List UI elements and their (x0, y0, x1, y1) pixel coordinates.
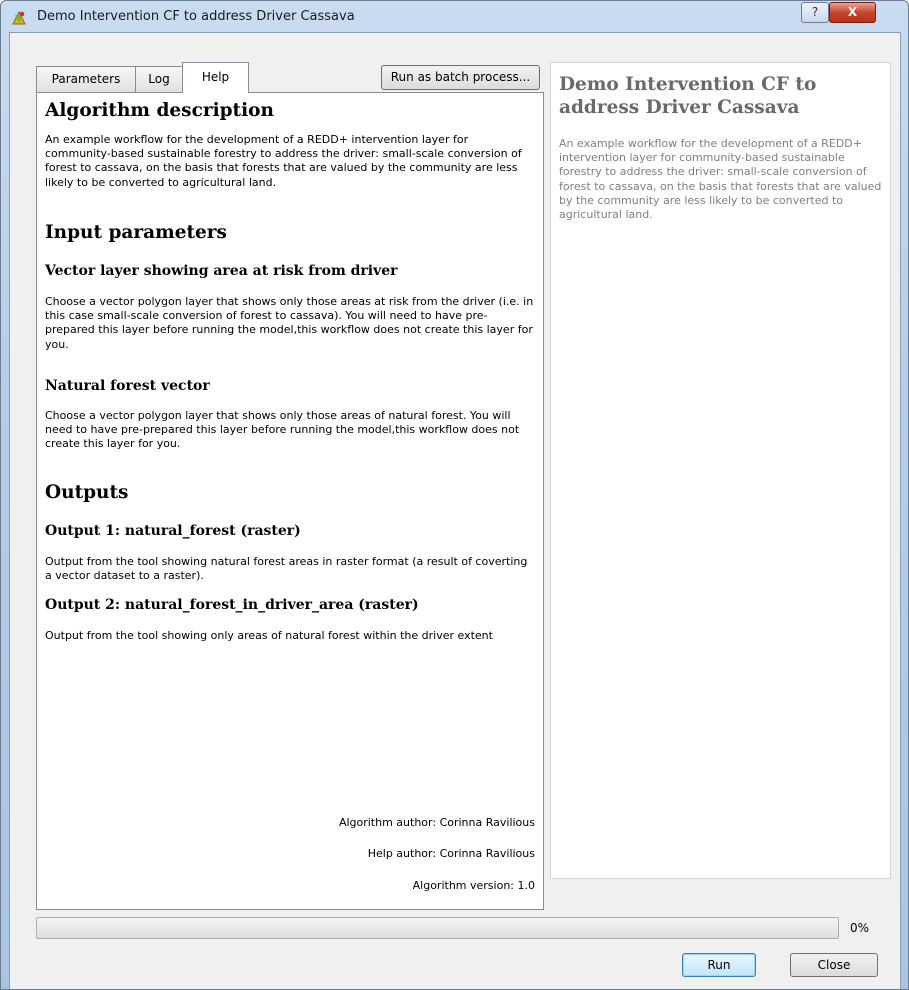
algorithm-version: Algorithm version: 1.0 (412, 879, 535, 892)
summary-panel: Demo Intervention CF to address Driver C… (550, 62, 891, 879)
help-author: Help author: Corinna Ravilious (367, 847, 535, 860)
output-2-name: Output 2: natural_forest_in_driver_area … (45, 597, 419, 613)
run-as-batch-button[interactable]: Run as batch process... (381, 65, 540, 90)
tab-help[interactable]: Help (182, 62, 249, 93)
tab-log[interactable]: Log (135, 66, 183, 92)
tab-parameters[interactable]: Parameters (36, 66, 136, 92)
algorithm-description-text: An example workflow for the development … (45, 133, 522, 189)
input-2-text: Choose a vector polygon layer that shows… (45, 409, 520, 451)
close-button[interactable]: Close (790, 953, 878, 977)
summary-title: Demo Intervention CF to address Driver C… (559, 74, 817, 118)
help-question-icon[interactable]: ? (801, 2, 829, 23)
dialog-window: Demo Intervention CF to address Driver C… (0, 0, 909, 990)
help-panel[interactable]: Algorithm description An example workflo… (36, 92, 544, 910)
app-icon (10, 9, 28, 27)
input-1-text: Choose a vector polygon layer that shows… (45, 295, 534, 351)
resize-grip-icon[interactable] (892, 983, 902, 989)
close-window-icon[interactable]: X (829, 2, 876, 23)
output-2-text: Output from the tool showing only areas … (45, 629, 493, 642)
progress-label: 0% (850, 921, 870, 935)
input-2-name: Natural forest vector (45, 378, 210, 394)
dialog-body: Parameters Log Help Run as batch process… (9, 32, 902, 989)
output-1-name: Output 1: natural_forest (raster) (45, 523, 301, 539)
input-1-name: Vector layer showing area at risk from d… (45, 263, 398, 279)
summary-description: An example workflow for the development … (559, 137, 882, 222)
progress-bar (36, 917, 839, 939)
run-button[interactable]: Run (682, 953, 756, 977)
output-1-text: Output from the tool showing natural for… (45, 555, 528, 583)
input-parameters-heading: Input parameters (45, 222, 227, 243)
algorithm-author: Algorithm author: Corinna Ravilious (338, 816, 535, 829)
outputs-heading: Outputs (45, 482, 129, 503)
window-title: Demo Intervention CF to address Driver C… (37, 9, 355, 24)
algorithm-description-heading: Algorithm description (45, 100, 274, 121)
title-bar[interactable]: Demo Intervention CF to address Driver C… (1, 1, 908, 33)
